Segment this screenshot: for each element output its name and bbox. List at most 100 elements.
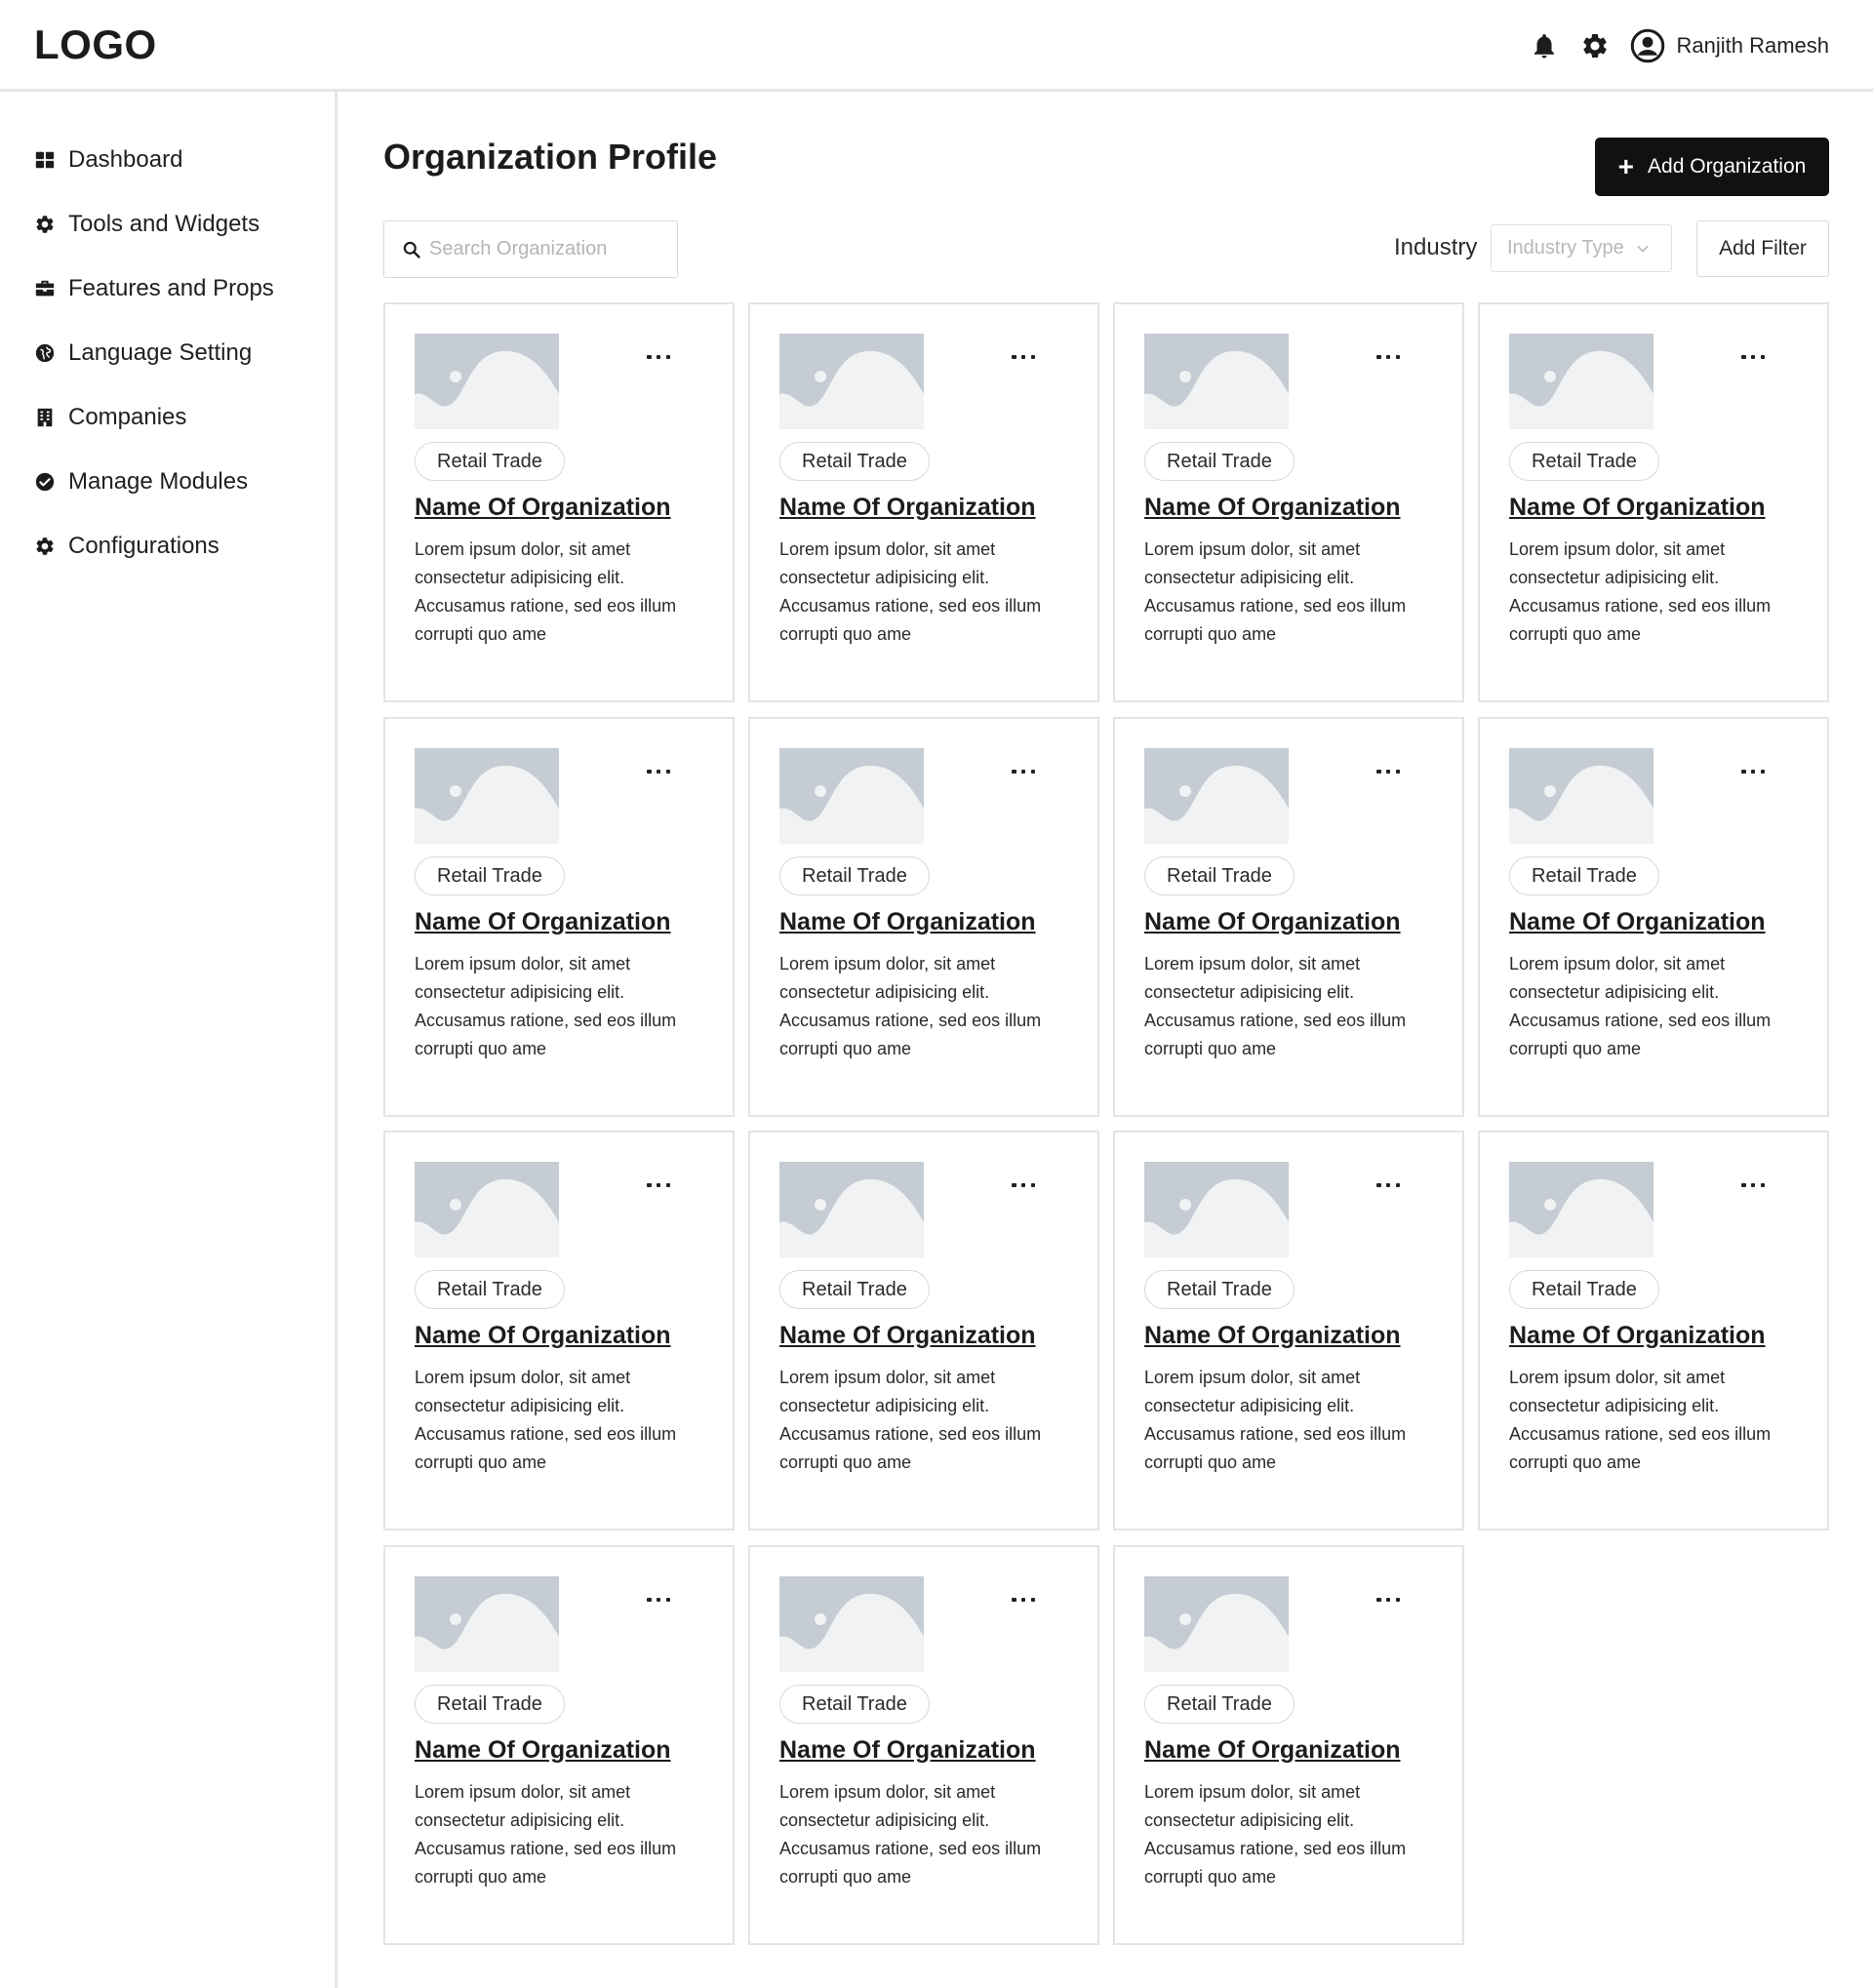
briefcase-icon bbox=[33, 277, 57, 300]
check-circle-icon bbox=[33, 470, 57, 494]
search-icon bbox=[403, 241, 420, 258]
sidebar-item-dashboard[interactable]: Dashboard bbox=[33, 140, 182, 179]
more-options-icon[interactable] bbox=[1741, 766, 1765, 777]
organization-description: Lorem ipsum dolor, sit amet consectetur … bbox=[779, 954, 1042, 1058]
sidebar-item-label: Dashboard bbox=[68, 146, 183, 173]
more-options-icon[interactable] bbox=[1012, 1594, 1035, 1606]
image-placeholder-icon bbox=[779, 1162, 924, 1257]
top-header: LOGO Ranjith Ramesh bbox=[0, 0, 1873, 92]
industry-select-value: Industry Type bbox=[1507, 237, 1624, 258]
industry-tag: Retail Trade bbox=[779, 1685, 930, 1724]
organization-description: Lorem ipsum dolor, sit amet consectetur … bbox=[779, 1782, 1042, 1887]
more-options-icon[interactable] bbox=[1376, 1179, 1400, 1191]
bell-icon[interactable] bbox=[1528, 29, 1561, 62]
organization-name-link[interactable]: Name Of Organization bbox=[779, 494, 1036, 522]
organization-card[interactable]: Retail Trade Name Of Organization Lorem ip… bbox=[1478, 302, 1829, 702]
user-name[interactable]: Ranjith Ramesh bbox=[1676, 33, 1829, 59]
sidebar-item-language-setting[interactable]: Language Setting bbox=[33, 334, 252, 373]
organization-name-link[interactable]: Name Of Organization bbox=[1144, 1736, 1401, 1765]
organization-name-link[interactable]: Name Of Organization bbox=[1509, 1322, 1766, 1350]
organization-name-link[interactable]: Name Of Organization bbox=[779, 908, 1036, 936]
organization-card[interactable]: Retail Trade Name Of Organization Lorem ip… bbox=[383, 302, 735, 702]
sidebar-item-companies[interactable]: Companies bbox=[33, 398, 186, 437]
organization-description: Lorem ipsum dolor, sit amet consectetur … bbox=[1144, 954, 1407, 1058]
industry-tag: Retail Trade bbox=[779, 1270, 930, 1309]
image-placeholder-icon bbox=[1144, 1576, 1289, 1672]
organization-description: Lorem ipsum dolor, sit amet consectetur … bbox=[779, 1368, 1042, 1472]
organization-name-link[interactable]: Name Of Organization bbox=[1144, 494, 1401, 522]
organization-card[interactable]: Retail Trade Name Of Organization Lorem ip… bbox=[1113, 1131, 1464, 1531]
more-options-icon[interactable] bbox=[1376, 766, 1400, 777]
image-placeholder-icon bbox=[779, 334, 924, 429]
image-placeholder-icon bbox=[779, 1576, 924, 1672]
logo[interactable]: LOGO bbox=[34, 21, 157, 68]
image-placeholder-icon bbox=[415, 1162, 559, 1257]
page-title: Organization Profile bbox=[383, 137, 718, 177]
organization-description: Lorem ipsum dolor, sit amet consectetur … bbox=[1509, 954, 1772, 1058]
more-options-icon[interactable] bbox=[1376, 1594, 1400, 1606]
sidebar-item-label: Manage Modules bbox=[68, 468, 249, 495]
more-options-icon[interactable] bbox=[647, 1179, 670, 1191]
gear-icon bbox=[33, 535, 57, 558]
building-icon bbox=[33, 406, 57, 429]
industry-label: Industry bbox=[1394, 234, 1478, 260]
more-options-icon[interactable] bbox=[1012, 1179, 1035, 1191]
more-options-icon[interactable] bbox=[1741, 1179, 1765, 1191]
organization-card[interactable]: Retail Trade Name Of Organization Lorem ip… bbox=[1113, 717, 1464, 1117]
organization-description: Lorem ipsum dolor, sit amet consectetur … bbox=[415, 954, 677, 1058]
organization-card[interactable]: Retail Trade Name Of Organization Lorem ip… bbox=[1478, 717, 1829, 1117]
organization-card[interactable]: Retail Trade Name Of Organization Lorem ip… bbox=[383, 1545, 735, 1945]
gear-icon[interactable] bbox=[1578, 29, 1612, 62]
add-organization-button[interactable]: + Add Organization bbox=[1595, 138, 1829, 196]
organization-card[interactable]: Retail Trade Name Of Organization Lorem ip… bbox=[748, 717, 1099, 1117]
organization-name-link[interactable]: Name Of Organization bbox=[1509, 908, 1766, 936]
organization-card[interactable]: Retail Trade Name Of Organization Lorem ip… bbox=[748, 1131, 1099, 1531]
sidebar-item-features-and-props[interactable]: Features and Props bbox=[33, 269, 274, 308]
organization-name-link[interactable]: Name Of Organization bbox=[1509, 494, 1766, 522]
organization-name-link[interactable]: Name Of Organization bbox=[1144, 1322, 1401, 1350]
user-avatar-icon[interactable] bbox=[1629, 27, 1666, 64]
search-input[interactable] bbox=[429, 238, 663, 260]
organization-card[interactable]: Retail Trade Name Of Organization Lorem ip… bbox=[383, 717, 735, 1117]
image-placeholder-icon bbox=[1509, 748, 1654, 844]
more-options-icon[interactable] bbox=[1741, 351, 1765, 363]
image-placeholder-icon bbox=[415, 334, 559, 429]
organization-description: Lorem ipsum dolor, sit amet consectetur … bbox=[1144, 539, 1407, 644]
sidebar-item-configurations[interactable]: Configurations bbox=[33, 527, 219, 566]
sidebar-item-label: Features and Props bbox=[68, 275, 274, 301]
organization-card[interactable]: Retail Trade Name Of Organization Lorem ip… bbox=[1478, 1131, 1829, 1531]
image-placeholder-icon bbox=[779, 748, 924, 844]
organization-name-link[interactable]: Name Of Organization bbox=[415, 494, 671, 522]
organization-description: Lorem ipsum dolor, sit amet consectetur … bbox=[1509, 1368, 1772, 1472]
more-options-icon[interactable] bbox=[1012, 766, 1035, 777]
organization-name-link[interactable]: Name Of Organization bbox=[415, 1736, 671, 1765]
organization-card[interactable]: Retail Trade Name Of Organization Lorem ip… bbox=[383, 1131, 735, 1531]
sidebar-item-label: Language Setting bbox=[68, 339, 253, 366]
organization-name-link[interactable]: Name Of Organization bbox=[1144, 908, 1401, 936]
sidebar-item-tools-and-widgets[interactable]: Tools and Widgets bbox=[33, 205, 259, 244]
industry-type-select[interactable]: Industry Type bbox=[1491, 224, 1672, 272]
organization-card[interactable]: Retail Trade Name Of Organization Lorem ip… bbox=[748, 1545, 1099, 1945]
add-organization-label: Add Organization bbox=[1648, 155, 1807, 178]
organization-card[interactable]: Retail Trade Name Of Organization Lorem ip… bbox=[1113, 302, 1464, 702]
industry-tag: Retail Trade bbox=[1509, 442, 1659, 481]
industry-tag: Retail Trade bbox=[1144, 442, 1295, 481]
image-placeholder-icon bbox=[415, 1576, 559, 1672]
organization-card[interactable]: Retail Trade Name Of Organization Lorem ip… bbox=[1113, 1545, 1464, 1945]
more-options-icon[interactable] bbox=[1012, 351, 1035, 363]
organization-name-link[interactable]: Name Of Organization bbox=[779, 1736, 1036, 1765]
organization-description: Lorem ipsum dolor, sit amet consectetur … bbox=[779, 539, 1042, 644]
industry-tag: Retail Trade bbox=[1509, 1270, 1659, 1309]
more-options-icon[interactable] bbox=[647, 1594, 670, 1606]
organization-name-link[interactable]: Name Of Organization bbox=[415, 908, 671, 936]
organization-name-link[interactable]: Name Of Organization bbox=[779, 1322, 1036, 1350]
organization-card[interactable]: Retail Trade Name Of Organization Lorem ip… bbox=[748, 302, 1099, 702]
more-options-icon[interactable] bbox=[647, 351, 670, 363]
more-options-icon[interactable] bbox=[647, 766, 670, 777]
more-options-icon[interactable] bbox=[1376, 351, 1400, 363]
sidebar-item-manage-modules[interactable]: Manage Modules bbox=[33, 462, 248, 501]
industry-tag: Retail Trade bbox=[1144, 1685, 1295, 1724]
add-filter-button[interactable]: Add Filter bbox=[1696, 220, 1829, 277]
organization-name-link[interactable]: Name Of Organization bbox=[415, 1322, 671, 1350]
image-placeholder-icon bbox=[1144, 334, 1289, 429]
